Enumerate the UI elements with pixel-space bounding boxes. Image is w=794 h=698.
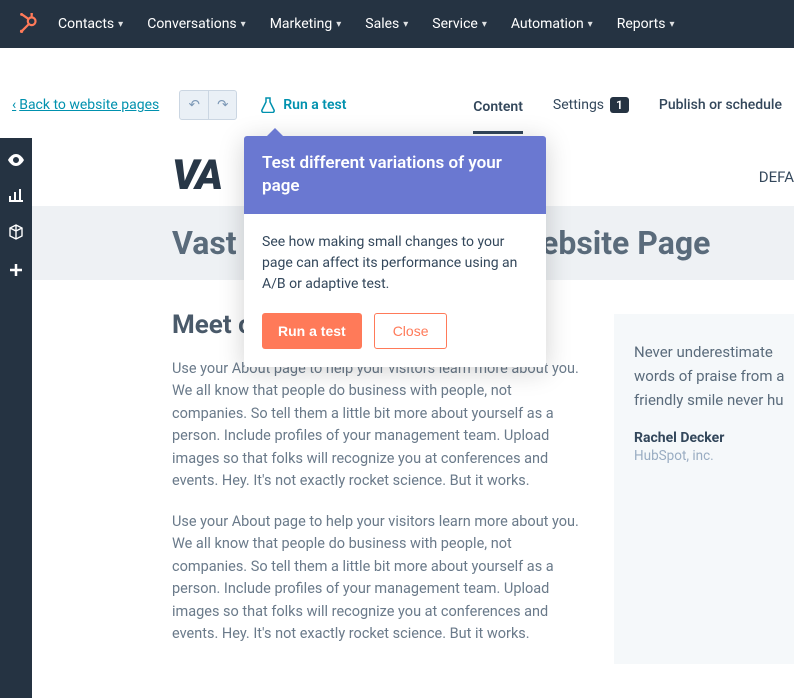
chevron-down-icon: ▾ xyxy=(670,19,675,30)
run-test-popover: Test different variations of your page S… xyxy=(244,136,546,367)
quote-text: Never underestimate words of praise from… xyxy=(634,340,794,412)
settings-badge: 1 xyxy=(610,97,629,113)
quote-author: Rachel Decker xyxy=(634,430,794,446)
chevron-down-icon: ▾ xyxy=(241,19,246,30)
popover-title: Test different variations of your page xyxy=(244,136,546,214)
editor-toolbar: ‹Back to website pages ↶ ↷ Run a test Co… xyxy=(0,72,794,138)
nav-service[interactable]: Service▾ xyxy=(432,16,487,32)
brand-logo-fragment: VA xyxy=(172,151,221,200)
chevron-left-icon: ‹ xyxy=(12,97,16,113)
popover-close-button[interactable]: Close xyxy=(374,313,448,349)
undo-button[interactable]: ↶ xyxy=(180,91,208,119)
testimonial-card: Never underestimate words of praise from… xyxy=(614,314,794,664)
publish-button[interactable]: Publish or schedule xyxy=(659,91,782,119)
redo-icon: ↷ xyxy=(217,97,228,113)
variant-label-fragment: DEFA xyxy=(759,168,794,186)
chart-icon[interactable] xyxy=(8,188,24,202)
nav-marketing[interactable]: Marketing▾ xyxy=(270,16,342,32)
undo-icon: ↶ xyxy=(189,97,200,113)
redo-button[interactable]: ↷ xyxy=(208,91,236,119)
top-nav: Contacts▾ Conversations▾ Marketing▾ Sale… xyxy=(0,0,794,48)
body-paragraph: Use your About page to help your visitor… xyxy=(172,511,580,646)
chevron-down-icon: ▾ xyxy=(482,19,487,30)
tab-settings[interactable]: Settings1 xyxy=(553,91,629,119)
eye-icon[interactable] xyxy=(7,154,25,166)
run-test-button[interactable]: Run a test xyxy=(261,97,346,113)
chevron-down-icon: ▾ xyxy=(118,19,123,30)
chevron-down-icon: ▾ xyxy=(336,19,341,30)
quote-company: HubSpot, inc. xyxy=(634,448,794,464)
plus-icon[interactable] xyxy=(8,262,24,278)
flask-icon xyxy=(261,97,275,113)
left-rail xyxy=(0,138,32,698)
nav-conversations[interactable]: Conversations▾ xyxy=(147,16,246,32)
chevron-down-icon: ▾ xyxy=(403,19,408,30)
tab-content[interactable]: Content xyxy=(473,96,523,134)
nav-contacts[interactable]: Contacts▾ xyxy=(58,16,123,32)
popover-body: See how making small changes to your pag… xyxy=(244,214,546,313)
body-paragraph: Use your About page to help your visitor… xyxy=(172,358,580,493)
nav-automation[interactable]: Automation▾ xyxy=(511,16,593,32)
back-link[interactable]: ‹Back to website pages xyxy=(12,97,159,113)
nav-sales[interactable]: Sales▾ xyxy=(365,16,408,32)
popover-arrow-icon xyxy=(266,128,284,137)
popover-run-test-button[interactable]: Run a test xyxy=(262,313,362,349)
hubspot-logo-icon[interactable] xyxy=(16,12,40,36)
cube-icon[interactable] xyxy=(8,224,24,240)
chevron-down-icon: ▾ xyxy=(588,19,593,30)
nav-reports[interactable]: Reports▾ xyxy=(617,16,675,32)
